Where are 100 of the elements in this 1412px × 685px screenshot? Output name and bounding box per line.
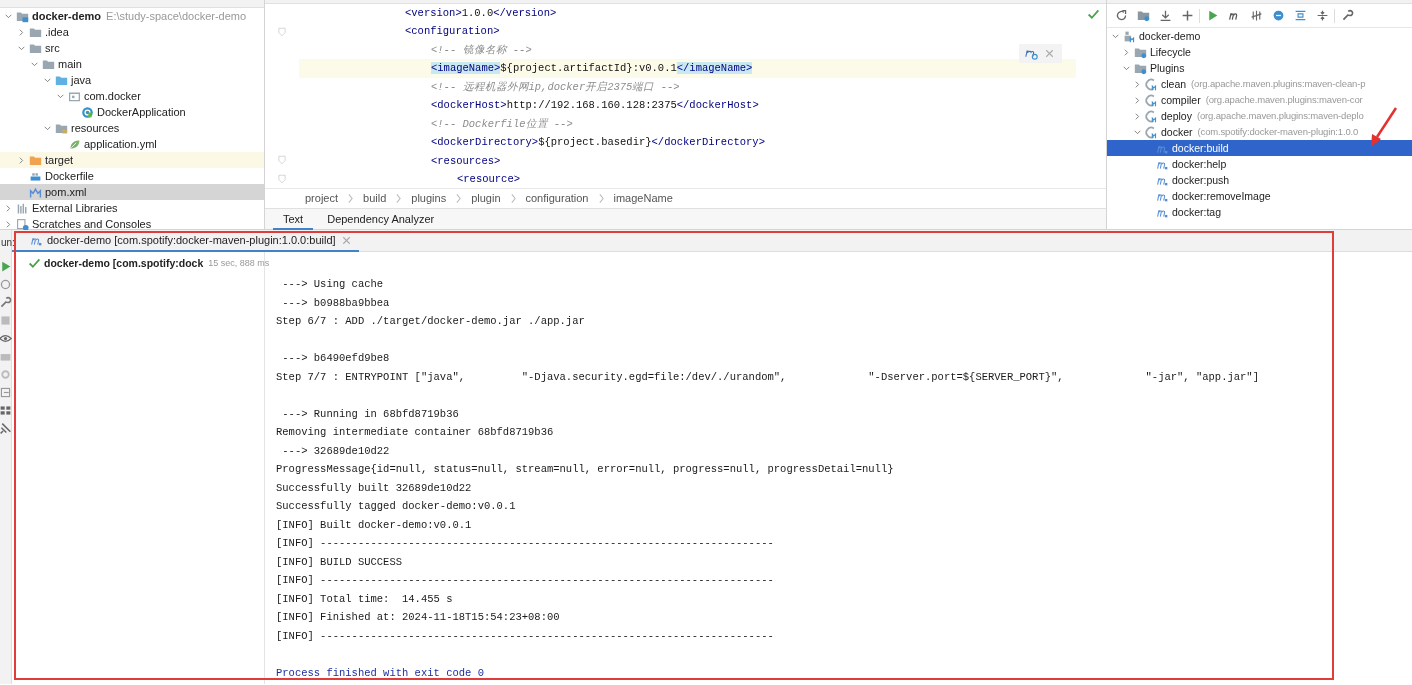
maven-reload-icon <box>1024 47 1038 60</box>
toolbar-button[interactable] <box>0 278 11 290</box>
console-line: ---> 32689de10d22 <box>281 443 391 459</box>
console-line: ---> Using cache <box>281 277 385 292</box>
code-line: <resource> <box>457 172 520 188</box>
console-line: [INFO] ------------------------------------------------------------------------ <box>276 573 775 588</box>
tree-item[interactable]: Scratches and Consoles <box>0 216 264 232</box>
layout-icon <box>0 403 12 417</box>
plugin-icon <box>1145 93 1158 107</box>
close-icon <box>1043 47 1056 60</box>
console-line: [INFO] Total time: 14.455 s <box>276 591 454 607</box>
code-line: <!-- 镜像名称 --> <box>431 43 532 58</box>
breadcrumb[interactable]: configuration <box>525 190 589 207</box>
class-icon <box>81 105 94 119</box>
toolbar-button[interactable] <box>0 260 11 272</box>
tree-item[interactable]: pom.xml <box>0 184 264 200</box>
panel-label: un: <box>1 236 15 250</box>
tree-item[interactable]: docker:push <box>1107 172 1412 188</box>
tree-item[interactable]: com.docker <box>0 88 264 104</box>
toolbar-button[interactable] <box>0 332 11 344</box>
module-folder-icon <box>16 9 29 23</box>
plugin-icon <box>1145 109 1158 123</box>
breadcrumb[interactable]: plugins <box>411 190 447 207</box>
tree-item[interactable]: DockerApplication <box>0 104 264 120</box>
exit-icon <box>0 385 12 399</box>
tree-item[interactable]: docker-demo [com.spotify:dock 15 sec, 888 ms <box>28 255 270 271</box>
maven-file-icon <box>29 185 42 199</box>
console-line: Process finished with exit code 0 <box>276 665 485 681</box>
tree-item[interactable]: src <box>0 40 264 56</box>
folder-icon <box>42 57 55 71</box>
toolbar-button[interactable] <box>0 296 11 308</box>
console-line: ---> b0988ba9bbea <box>281 295 391 311</box>
skip-tests-icon <box>1249 9 1263 22</box>
tree-item[interactable]: docker (com.spotify:docker-maven-plugin:1.0.0 <box>1107 124 1412 140</box>
code-line: <configuration> <box>405 24 500 40</box>
tree-item[interactable]: docker:tag <box>1107 204 1412 220</box>
tree-item[interactable]: docker:build <box>1107 140 1412 156</box>
code-line: <resources> <box>431 154 501 169</box>
toolbar-button[interactable] <box>0 404 11 416</box>
code-line: <dockerHost>http://192.168.160.128:2375</dockerHost> <box>431 98 759 114</box>
console-line: ---> b6490efd9be8 <box>281 351 391 366</box>
tree-item[interactable]: target <box>0 152 264 168</box>
folder-icon <box>29 41 42 55</box>
tree-item[interactable]: docker:removeImage <box>1107 188 1412 204</box>
console-line: ProgressMessage{id=null, status=null, stream=null, error=null, progress=null, progressDetail=null} <box>276 462 895 477</box>
tree-item[interactable]: .idea <box>0 24 264 40</box>
tree-item[interactable]: docker:help <box>1107 156 1412 172</box>
code-line: <dockerDirectory>${project.basedir}</dockerDirectory> <box>431 135 765 151</box>
wrench-icon <box>1340 9 1354 22</box>
editor-tab[interactable]: Dependency Analyzer <box>317 209 445 230</box>
tree-item[interactable]: compiler (org.apache.maven.plugins:maven-cor <box>1107 92 1412 108</box>
console-line: Step 7/7 : ENTRYPOINT ["java", "-Djava.security.egd=file:/dev/./urandom", "-Dserver.port=${SERVER_PORT}", "-jar", "app.jar"] <box>276 369 1260 385</box>
folder-icon <box>55 121 68 135</box>
code-line: <!-- 远程机器外网ip,docker开启2375端口 --> <box>431 80 680 95</box>
breadcrumb[interactable]: imageName <box>613 190 673 207</box>
tree-item[interactable]: java <box>0 72 264 88</box>
folder-icon <box>55 73 68 87</box>
console-line: Step 6/7 : ADD ./target/docker-demo.jar ./app.jar <box>276 314 586 329</box>
rerun-icon <box>0 277 12 291</box>
expand-icon <box>1293 9 1307 22</box>
wrench-icon <box>0 295 12 309</box>
tree-item[interactable]: docker-demo E:\study-space\docker-demo <box>0 8 264 24</box>
tree-item[interactable]: External Libraries <box>0 200 264 216</box>
check-icon <box>1087 8 1100 21</box>
folder-icon <box>1136 9 1150 22</box>
console-line: [INFO] ------------------------------------------------------------------------ <box>276 536 775 551</box>
tree-item[interactable]: resources <box>0 120 264 136</box>
tree-item[interactable]: main <box>0 56 264 72</box>
breadcrumb[interactable]: build <box>363 190 387 207</box>
console-line: Successfully built 32689de10d22 <box>276 480 473 496</box>
stop-icon <box>0 313 12 327</box>
console-line: [INFO] BUILD SUCCESS <box>276 554 404 570</box>
tree-item[interactable]: application.yml <box>0 136 264 152</box>
run-icon <box>0 259 12 273</box>
console-line: Removing intermediate container 68bfd8719b36 <box>276 425 555 440</box>
arrow-annotation <box>1371 107 1398 147</box>
plugin-icon <box>1145 77 1158 91</box>
tree-item[interactable]: Lifecycle <box>1107 44 1412 60</box>
code-line: <!-- Dockerfile位置 --> <box>431 117 573 132</box>
tree-item[interactable]: Dockerfile <box>0 168 264 184</box>
breadcrumb[interactable]: plugin <box>471 190 501 207</box>
console-line: ---> Running in 68bfd8719b36 <box>281 406 460 422</box>
scratches-icon <box>16 217 29 231</box>
tree-item[interactable]: clean (org.apache.maven.plugins:maven-clean-p <box>1107 76 1412 92</box>
plus-icon <box>1180 9 1194 22</box>
tree-item[interactable]: docker-demo <box>1107 28 1412 44</box>
console-line: [INFO] ------------------------------------------------------------------------ <box>276 628 775 644</box>
tree-item[interactable]: deploy (org.apache.maven.plugins:maven-deplo <box>1107 108 1412 124</box>
folder-icon <box>29 25 42 39</box>
plugin-icon <box>1145 125 1158 139</box>
breadcrumb[interactable]: project <box>305 190 339 207</box>
code-line: <version>1.0.0</version> <box>405 6 557 21</box>
console-line: [INFO] Built docker-demo:v0.0.1 <box>276 517 473 533</box>
console-line: [INFO] Finished at: 2024-11-18T15:54:23+08:00 <box>276 610 561 625</box>
toolbar-button[interactable] <box>0 386 11 398</box>
console-line: Successfully tagged docker-demo:v0.0.1 <box>276 499 517 514</box>
maven-project-icon <box>1123 29 1136 43</box>
folder-icon <box>1134 61 1147 75</box>
tree-item[interactable]: Plugins <box>1107 60 1412 76</box>
folder-icon <box>29 153 42 167</box>
